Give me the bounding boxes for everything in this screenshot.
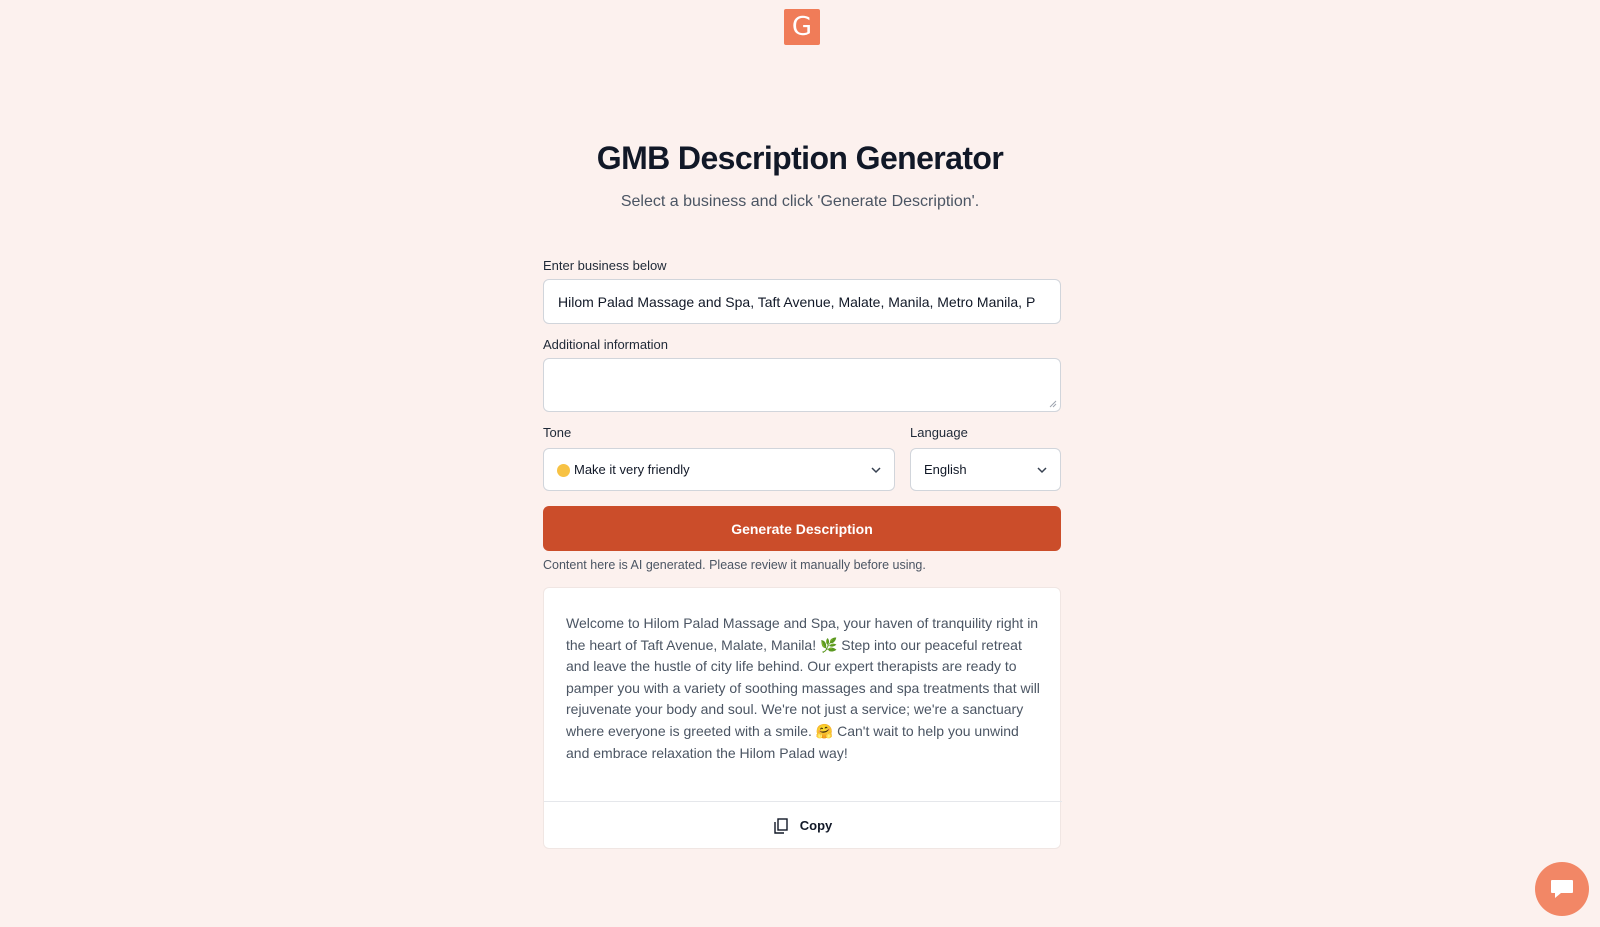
grinning-face-icon	[557, 464, 570, 477]
chevron-down-icon	[871, 467, 881, 474]
additional-info-label: Additional information	[543, 337, 669, 352]
generator-form: Enter business below Hilom Palad Massage…	[543, 258, 1062, 849]
copy-button-label: Copy	[799, 818, 833, 833]
page: G GMB Description Generator Select a bus…	[0, 0, 1600, 927]
business-label: Enter business below	[543, 258, 667, 273]
language-select[interactable]: English	[910, 448, 1061, 491]
copy-button[interactable]: Copy	[544, 802, 1062, 849]
resize-grip-icon[interactable]	[1049, 400, 1057, 408]
result-card: Welcome to Hilom Palad Massage and Spa, …	[543, 587, 1062, 849]
copy-icon	[774, 817, 788, 834]
generate-description-button[interactable]: Generate Description	[543, 506, 1061, 551]
chat-launcher-button[interactable]	[1535, 862, 1589, 916]
additional-info-textarea[interactable]	[543, 358, 1061, 412]
business-input[interactable]: Hilom Palad Massage and Spa, Taft Avenue…	[543, 279, 1061, 324]
page-title: GMB Description Generator	[596, 140, 1004, 176]
generated-description[interactable]: Welcome to Hilom Palad Massage and Spa, …	[566, 613, 1044, 764]
language-label: Language	[910, 425, 968, 440]
tone-label: Tone	[543, 425, 572, 440]
chat-icon	[1551, 880, 1573, 898]
chevron-down-icon	[1037, 467, 1047, 474]
page-subtitle: Select a business and click 'Generate De…	[620, 193, 980, 210]
ai-disclaimer: Content here is AI generated. Please rev…	[543, 558, 926, 572]
business-input-value: Hilom Palad Massage and Spa, Taft Avenue…	[558, 293, 1036, 310]
tone-select-value: Make it very friendly	[574, 462, 690, 477]
logo[interactable]: G	[784, 9, 820, 45]
tone-select[interactable]: Make it very friendly	[543, 448, 895, 491]
language-select-value: English	[924, 462, 967, 477]
